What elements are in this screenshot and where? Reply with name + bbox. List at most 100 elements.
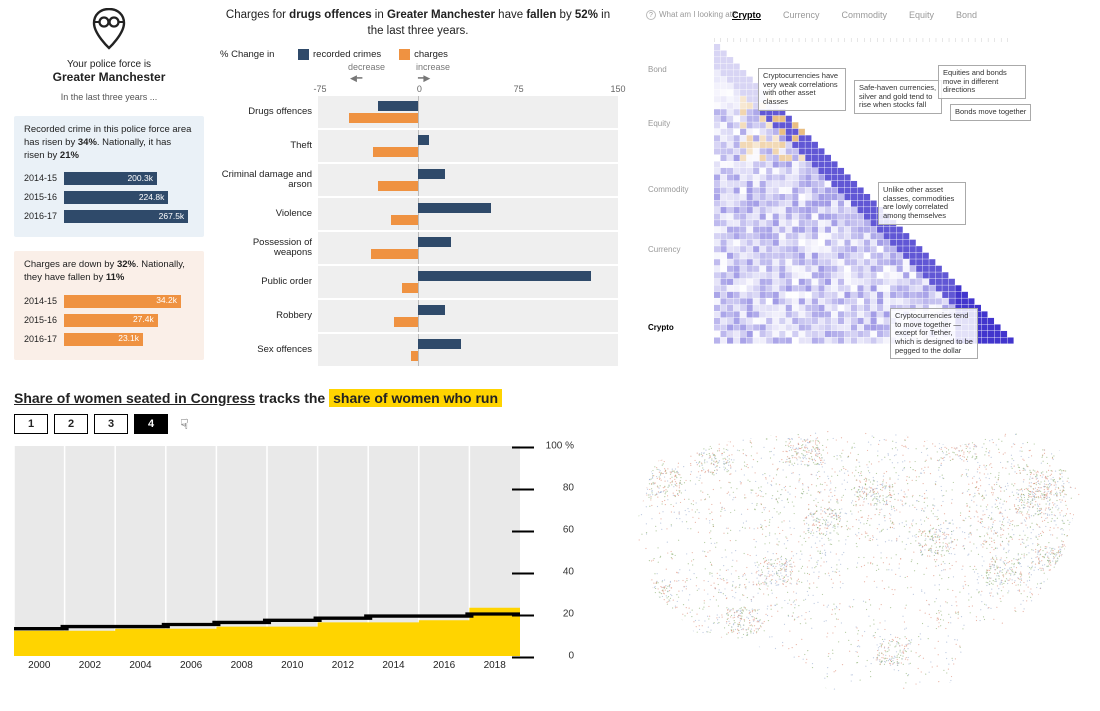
minibar-row: 2015-16224.8k	[24, 189, 194, 205]
congress-chart: 020406080100 % 2000200220042006200820102…	[14, 446, 574, 676]
y-tick: 100 %	[546, 441, 574, 452]
correlation-heatmap-panel: ?What am I looking at? Crypto Currency C…	[640, 6, 1088, 376]
step-4[interactable]: 4	[134, 414, 168, 434]
year-label: 2015-16	[24, 191, 64, 203]
y-tick: 0	[568, 651, 574, 662]
congress-svg	[14, 446, 520, 656]
legend-recorded: recorded crimes	[298, 49, 381, 60]
x-tick: 2012	[332, 660, 354, 671]
asset-tabs: Crypto Currency Commodity Equity Bond	[732, 10, 977, 20]
charges-panel: Charges are down by 32%. Nationally, the…	[14, 251, 204, 360]
x-tick: 2004	[129, 660, 151, 671]
change-bar	[394, 317, 418, 327]
tab-bond[interactable]: Bond	[956, 10, 977, 20]
change-bar	[402, 283, 418, 293]
heatmap-annotation: Equities and bonds move in different dir…	[938, 65, 1026, 99]
change-bar	[418, 339, 461, 349]
axis-header: decrease increase ◀━ ━▶ -75075150	[320, 62, 618, 96]
category-row: Sex offences	[218, 334, 618, 366]
x-tick: 2016	[433, 660, 455, 671]
minibar: 224.8k	[64, 191, 168, 204]
heatmap-annotation: Bonds move together	[950, 104, 1031, 121]
minibar-row: 2015-1627.4k	[24, 312, 194, 328]
category-row: Robbery	[218, 300, 618, 332]
heatmap-annotation: Cryptocurrencies tend to move together —…	[890, 308, 978, 359]
minibar: 200.3k	[64, 172, 157, 185]
y-tick: 80	[563, 483, 574, 494]
category-row: Possession of weapons	[218, 232, 618, 264]
category-row: Violence	[218, 198, 618, 230]
x-tick: 2014	[382, 660, 404, 671]
force-name: Greater Manchester	[14, 70, 204, 84]
manchester-crime-panel: Your police force is Greater Manchester …	[14, 8, 622, 380]
change-bar	[418, 305, 445, 315]
step-1[interactable]: 1	[14, 414, 48, 434]
heatmap-annotation: Safe-haven currencies, silver and gold t…	[854, 80, 942, 114]
change-bar	[371, 249, 418, 259]
change-bar	[378, 101, 418, 111]
heatmap-y-group: Crypto	[648, 323, 674, 332]
charges-text: Charges are down by 32%. Nationally, the…	[24, 259, 194, 285]
heatmap-y-group: Currency	[648, 245, 680, 254]
recorded-crime-panel: Recorded crime in this police force area…	[14, 116, 204, 237]
tab-commodity[interactable]: Commodity	[842, 10, 888, 20]
location-pin	[14, 8, 204, 53]
minibar: 34.2k	[64, 295, 181, 308]
category-label: Robbery	[218, 311, 318, 321]
x-tick: 2010	[281, 660, 303, 671]
change-bar	[418, 169, 445, 179]
change-bar	[349, 113, 418, 123]
year-label: 2014-15	[24, 295, 64, 307]
minibar: 23.1k	[64, 333, 143, 346]
category-label: Sex offences	[218, 345, 318, 355]
y-tick: 60	[563, 525, 574, 536]
force-label: Your police force is	[14, 59, 204, 70]
help-icon[interactable]: ?	[646, 10, 656, 20]
heatmap-annotation: Unlike other asset classes, commodities …	[878, 182, 966, 225]
tab-crypto[interactable]: Crypto	[732, 10, 761, 20]
change-legend: % Change in recorded crimes charges	[220, 49, 618, 60]
x-tick: 2018	[484, 660, 506, 671]
year-label: 2016-17	[24, 333, 64, 345]
heatmap-y-group: Commodity	[648, 185, 688, 194]
legend-label: % Change in	[220, 50, 280, 60]
heatmap-y-group: Equity	[648, 119, 670, 128]
category-label: Drugs offences	[218, 107, 318, 117]
year-label: 2016-17	[24, 210, 64, 222]
recorded-crime-text: Recorded crime in this police force area…	[24, 124, 194, 162]
category-label: Violence	[218, 209, 318, 219]
minibar: 267.5k	[64, 210, 188, 223]
map-pin-icon	[92, 8, 126, 50]
x-tick: 2006	[180, 660, 202, 671]
change-bar	[391, 215, 418, 225]
tab-equity[interactable]: Equity	[909, 10, 934, 20]
category-row: Public order	[218, 266, 618, 298]
category-row: Theft	[218, 130, 618, 162]
category-label: Public order	[218, 277, 318, 287]
category-label: Criminal damage and arson	[218, 170, 318, 191]
minibar-row: 2016-1723.1k	[24, 331, 194, 347]
us-map-svg	[594, 392, 1090, 706]
help-hint[interactable]: ?What am I looking at?	[646, 10, 736, 20]
heatmap-y-group: Bond	[648, 65, 667, 74]
arrow-left-icon: ◀━	[350, 73, 362, 84]
tab-currency[interactable]: Currency	[783, 10, 820, 20]
plot-area	[14, 446, 520, 656]
step-buttons: 1 2 3 4 ☟	[14, 414, 574, 434]
change-bar	[418, 271, 591, 281]
step-3[interactable]: 3	[94, 414, 128, 434]
x-tick: 2002	[79, 660, 101, 671]
hand-pointer-icon: ☟	[180, 416, 189, 433]
change-bar	[418, 135, 429, 145]
y-tick: 20	[563, 609, 574, 620]
category-row: Criminal damage and arson	[218, 164, 618, 196]
us-dot-map	[594, 392, 1090, 706]
change-bar	[418, 237, 451, 247]
category-row: Drugs offences	[218, 96, 618, 128]
change-bar	[373, 147, 418, 157]
change-chart: Charges for drugs offences in Greater Ma…	[218, 8, 618, 368]
x-axis-labels: 2000200220042006200820102012201420162018	[14, 660, 520, 676]
congress-women-panel: Share of women seated in Congress tracks…	[14, 390, 574, 706]
step-2[interactable]: 2	[54, 414, 88, 434]
x-tick: 2000	[28, 660, 50, 671]
